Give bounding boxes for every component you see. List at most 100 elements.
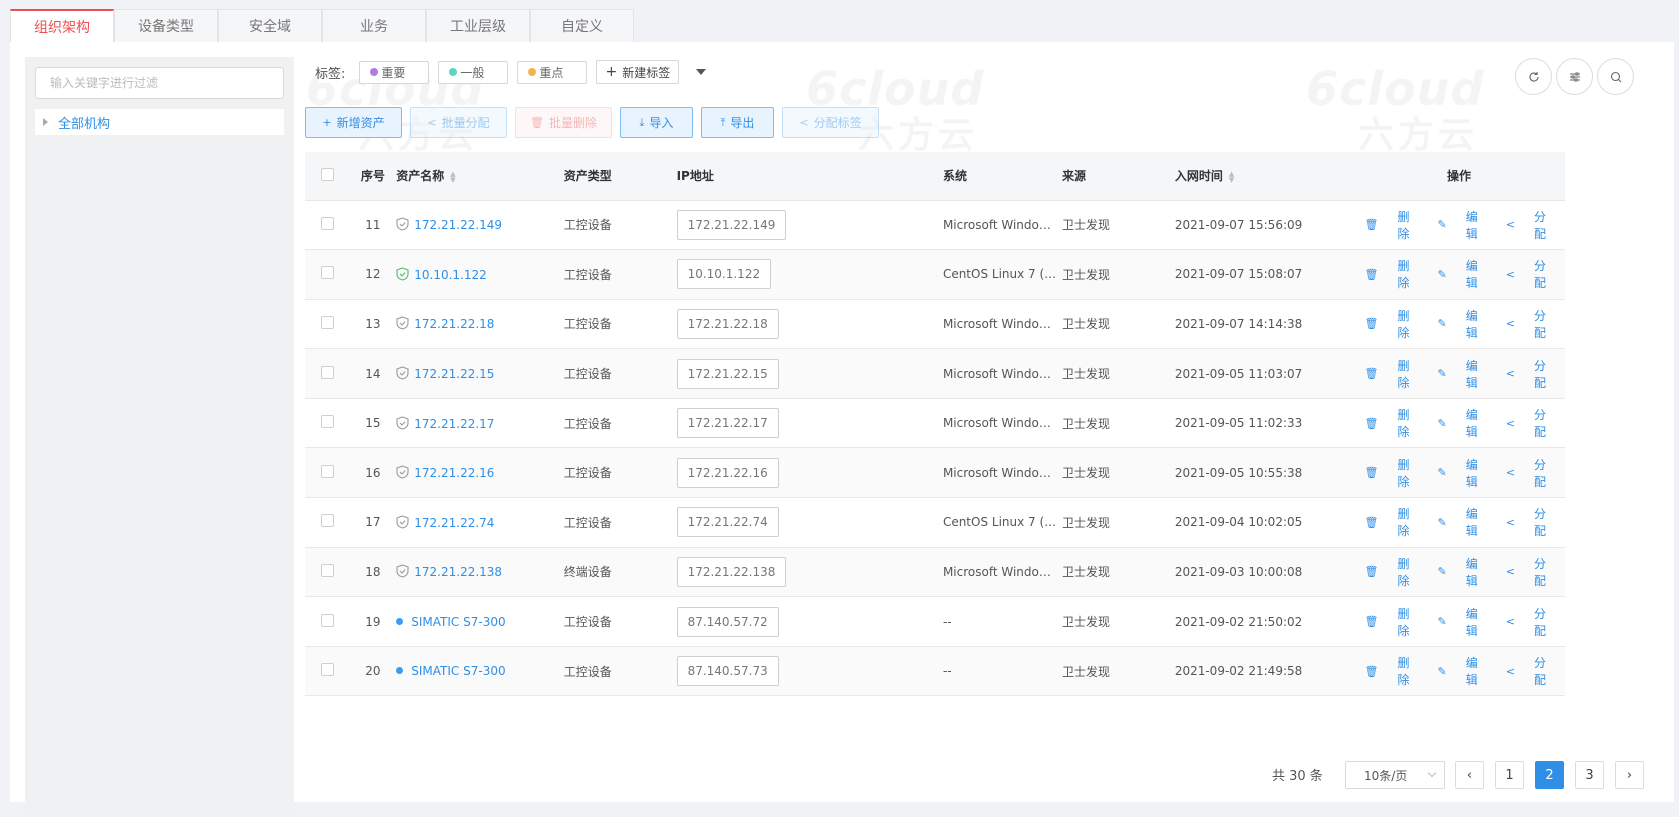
checkbox[interactable] xyxy=(320,563,334,577)
assign-button[interactable]: < 分配 xyxy=(1492,257,1546,291)
page-2-button[interactable]: 2 xyxy=(1535,761,1564,789)
checkbox[interactable] xyxy=(320,315,334,329)
import-button[interactable]: ⤓ 导入 xyxy=(620,107,693,138)
sort-icon[interactable]: ▲ ▼ xyxy=(450,170,455,183)
tree-node-all[interactable]: 全部机构 xyxy=(35,109,284,135)
assign-button[interactable]: < 分配 xyxy=(1492,654,1546,688)
tag-dropdown-icon[interactable] xyxy=(696,69,707,75)
delete-button[interactable]: 🗑 删 除 xyxy=(1351,208,1410,242)
trash-icon: 🗑 xyxy=(1364,565,1379,579)
assign-button[interactable]: < 分配 xyxy=(1492,357,1546,391)
tree-filter-input[interactable] xyxy=(35,67,284,99)
row-os: -- xyxy=(942,646,1062,697)
checkbox[interactable] xyxy=(320,663,334,677)
next-page-button[interactable]: › xyxy=(1615,761,1644,789)
assign-button[interactable]: < 分配 xyxy=(1492,555,1546,589)
tab-custom[interactable]: 自定义 xyxy=(530,9,634,42)
batch-assign-button[interactable]: < 批量分配 xyxy=(410,107,507,138)
row-no: 15 xyxy=(349,398,397,449)
delete-button[interactable]: 🗑 删 除 xyxy=(1351,555,1410,589)
new-tag-button[interactable]: + 新建标签 xyxy=(596,60,680,84)
assign-button[interactable]: < 分配 xyxy=(1492,456,1546,490)
page-3-button[interactable]: 3 xyxy=(1575,761,1604,789)
search-button[interactable] xyxy=(1597,58,1634,95)
tab-device-type[interactable]: 设备类型 xyxy=(114,9,218,42)
batch-delete-button[interactable]: 🗑 批量删除 xyxy=(515,107,612,138)
edit-button[interactable]: ✎ 编辑 xyxy=(1424,505,1478,539)
checkbox[interactable] xyxy=(320,464,334,478)
row-ip-cell: 172.21.22.138 xyxy=(676,547,943,598)
asset-name-link[interactable]: 172.21.22.17 xyxy=(414,417,494,431)
edit-button[interactable]: ✎ 编辑 xyxy=(1424,654,1478,688)
delete-button[interactable]: 🗑 删 除 xyxy=(1351,307,1410,341)
export-button[interactable]: ⤒ 导出 xyxy=(701,107,774,138)
asset-name-link[interactable]: 172.21.22.16 xyxy=(414,466,494,480)
pencil-icon: ✎ xyxy=(1437,218,1447,232)
assign-button[interactable]: < 分配 xyxy=(1492,406,1546,440)
shield-gray-icon xyxy=(396,564,409,579)
checkbox[interactable] xyxy=(320,514,334,528)
asset-name-link[interactable]: 10.10.1.122 xyxy=(414,268,487,282)
delete-button[interactable]: 🗑 删 除 xyxy=(1351,257,1410,291)
checkbox[interactable] xyxy=(320,365,334,379)
delete-button[interactable]: 🗑 删 除 xyxy=(1351,505,1410,539)
checkbox[interactable] xyxy=(320,216,334,230)
caret-right-icon[interactable] xyxy=(43,118,48,126)
tab-industrial-level[interactable]: 工业层级 xyxy=(426,9,530,42)
row-os: Microsoft Windo… xyxy=(942,348,1062,399)
row-type: 工控设备 xyxy=(563,398,677,449)
asset-name-link[interactable]: 172.21.22.149 xyxy=(414,218,502,232)
tab-org[interactable]: 组织架构 xyxy=(10,9,114,42)
checkbox[interactable] xyxy=(320,613,334,627)
prev-page-button[interactable]: ‹ xyxy=(1455,761,1484,789)
assign-button[interactable]: < 分配 xyxy=(1492,505,1546,539)
checkbox[interactable] xyxy=(320,266,334,280)
edit-button[interactable]: ✎ 编辑 xyxy=(1424,406,1478,440)
checkbox[interactable] xyxy=(320,167,334,181)
row-select-cell xyxy=(305,447,350,499)
page-size-select[interactable]: 10条/页 xyxy=(1345,761,1445,789)
delete-button[interactable]: 🗑 删 除 xyxy=(1351,406,1410,440)
tag-key[interactable]: 重点 xyxy=(517,60,588,84)
tab-business[interactable]: 业务 xyxy=(322,9,426,42)
sort-icon[interactable]: ▲ ▼ xyxy=(1229,170,1234,183)
row-name-cell: SIMATIC S7-300 xyxy=(396,646,564,697)
edit-button[interactable]: ✎ 编辑 xyxy=(1424,605,1478,639)
edit-button[interactable]: ✎ 编辑 xyxy=(1424,257,1478,291)
row-time: 2021-09-02 21:49:58 xyxy=(1174,646,1337,697)
header-name[interactable]: 资产名称 ▲ ▼ xyxy=(396,152,564,201)
edit-button[interactable]: ✎ 编辑 xyxy=(1424,555,1478,589)
checkbox[interactable] xyxy=(320,415,334,429)
edit-button[interactable]: ✎ 编辑 xyxy=(1424,357,1478,391)
delete-button[interactable]: 🗑 删 除 xyxy=(1351,456,1410,490)
row-no: 16 xyxy=(349,447,397,499)
delete-button[interactable]: 🗑 删 除 xyxy=(1351,605,1410,639)
add-asset-button[interactable]: + 新增资产 xyxy=(305,107,402,138)
tab-security-domain[interactable]: 安全域 xyxy=(218,9,322,42)
assign-button[interactable]: < 分配 xyxy=(1492,307,1546,341)
action-toolbar: + 新增资产 < 批量分配 🗑 批量删除 ⤓ 导入 ⤒ 导出 < 分配标签 xyxy=(305,107,887,138)
plus-icon: + xyxy=(322,116,332,129)
edit-button[interactable]: ✎ 编辑 xyxy=(1424,208,1478,242)
asset-name-link[interactable]: SIMATIC S7-300 xyxy=(411,664,505,678)
delete-button[interactable]: 🗑 删 除 xyxy=(1351,357,1410,391)
tag-important[interactable]: 重要 xyxy=(359,60,430,84)
assign-button[interactable]: < 分配 xyxy=(1492,208,1546,242)
settings-button[interactable] xyxy=(1556,58,1593,95)
assign-button[interactable]: < 分配 xyxy=(1492,605,1546,639)
assign-tag-button[interactable]: < 分配标签 xyxy=(782,107,879,138)
asset-name-link[interactable]: 172.21.22.15 xyxy=(414,367,494,381)
edit-button[interactable]: ✎ 编辑 xyxy=(1424,307,1478,341)
tag-normal[interactable]: 一般 xyxy=(438,60,509,84)
delete-button[interactable]: 🗑 删 除 xyxy=(1351,654,1410,688)
header-select-all[interactable] xyxy=(305,152,350,201)
asset-name-link[interactable]: 172.21.22.74 xyxy=(414,516,494,530)
page-1-button[interactable]: 1 xyxy=(1495,761,1524,789)
header-join-time[interactable]: 入网时间 ▲ ▼ xyxy=(1174,152,1337,201)
edit-button[interactable]: ✎ 编辑 xyxy=(1424,456,1478,490)
refresh-button[interactable] xyxy=(1515,58,1552,95)
asset-name-link[interactable]: SIMATIC S7-300 xyxy=(411,615,505,629)
asset-name-link[interactable]: 172.21.22.138 xyxy=(414,565,502,579)
asset-name-link[interactable]: 172.21.22.18 xyxy=(414,317,494,331)
row-source: 卫士发现 xyxy=(1061,447,1175,499)
